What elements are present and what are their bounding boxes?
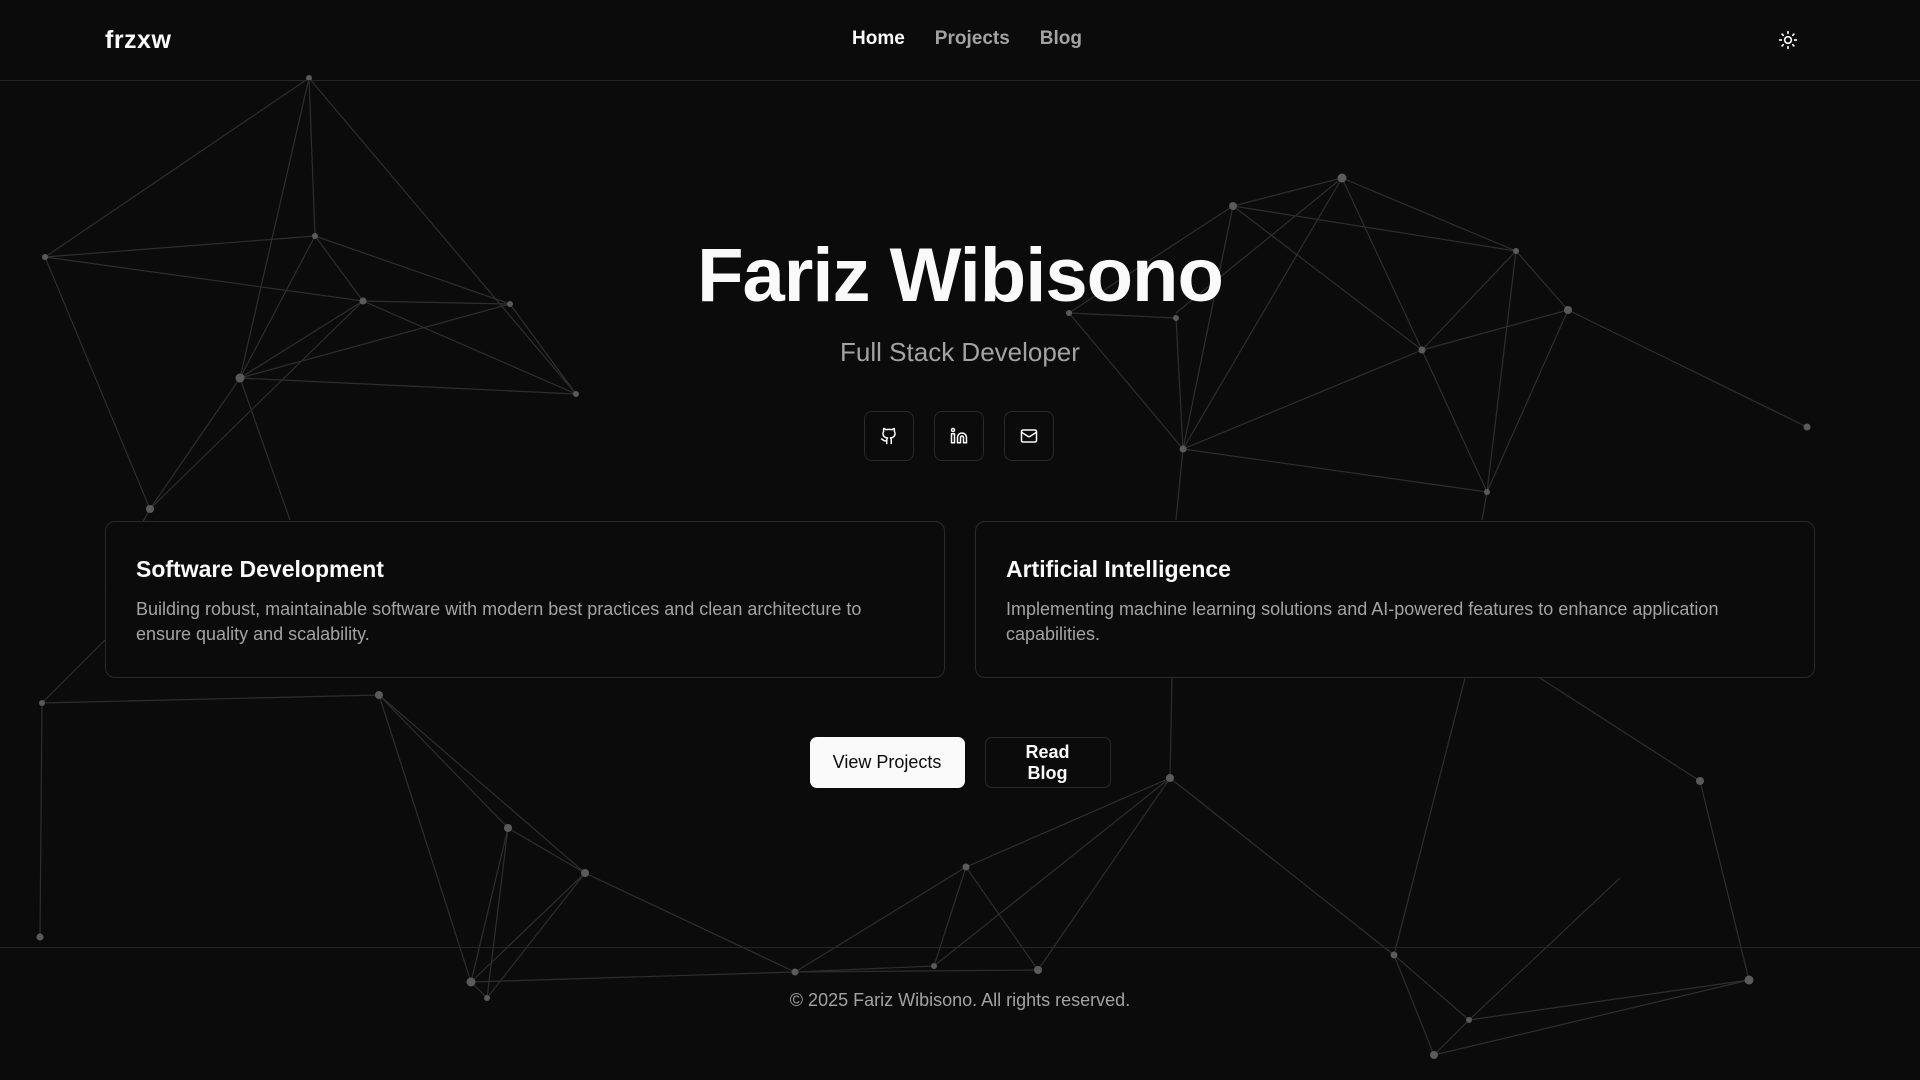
read-blog-button[interactable]: Read Blog [984,737,1111,788]
hero-role: Full Stack Developer [840,337,1080,367]
copyright-text: © 2025 Fariz Wibisono. All rights reserv… [789,990,1131,1010]
feature-card-software-development: Software Development Building robust, ma… [105,521,945,678]
view-projects-button[interactable]: View Projects [809,737,965,788]
theme-toggle-button[interactable] [1774,26,1802,54]
github-icon [880,427,896,445]
card-description: Building robust, maintainable software w… [136,599,862,644]
mail-icon [1020,429,1038,443]
feature-card-artificial-intelligence: Artificial Intelligence Implementing mac… [975,521,1815,678]
github-link-button[interactable] [864,411,914,461]
page: frzxw Home Projects Blog Fariz Wibisono … [0,0,1920,1080]
site-footer: © 2025 Fariz Wibisono. All rights reserv… [0,947,1920,1080]
nav-link-home[interactable]: Home [852,28,905,50]
hero-name: Fariz Wibisono [697,233,1224,318]
card-title: Artificial Intelligence [1006,556,1231,582]
card-title: Software Development [136,556,384,582]
site-header: frzxw Home Projects Blog [0,0,1920,81]
linkedin-link-button[interactable] [934,411,984,461]
email-link-button[interactable] [1004,411,1054,461]
card-description: Implementing machine learning solutions … [1006,599,1719,644]
linkedin-icon [950,427,968,444]
nav-link-blog[interactable]: Blog [1040,28,1082,50]
call-to-action-group: View Projects Read Blog [0,737,1920,788]
sun-icon [1778,30,1798,50]
main-nav: Home Projects Blog [852,28,1082,50]
nav-link-projects[interactable]: Projects [935,28,1010,50]
social-links [864,411,1054,461]
site-logo[interactable]: frzxw [105,26,171,55]
